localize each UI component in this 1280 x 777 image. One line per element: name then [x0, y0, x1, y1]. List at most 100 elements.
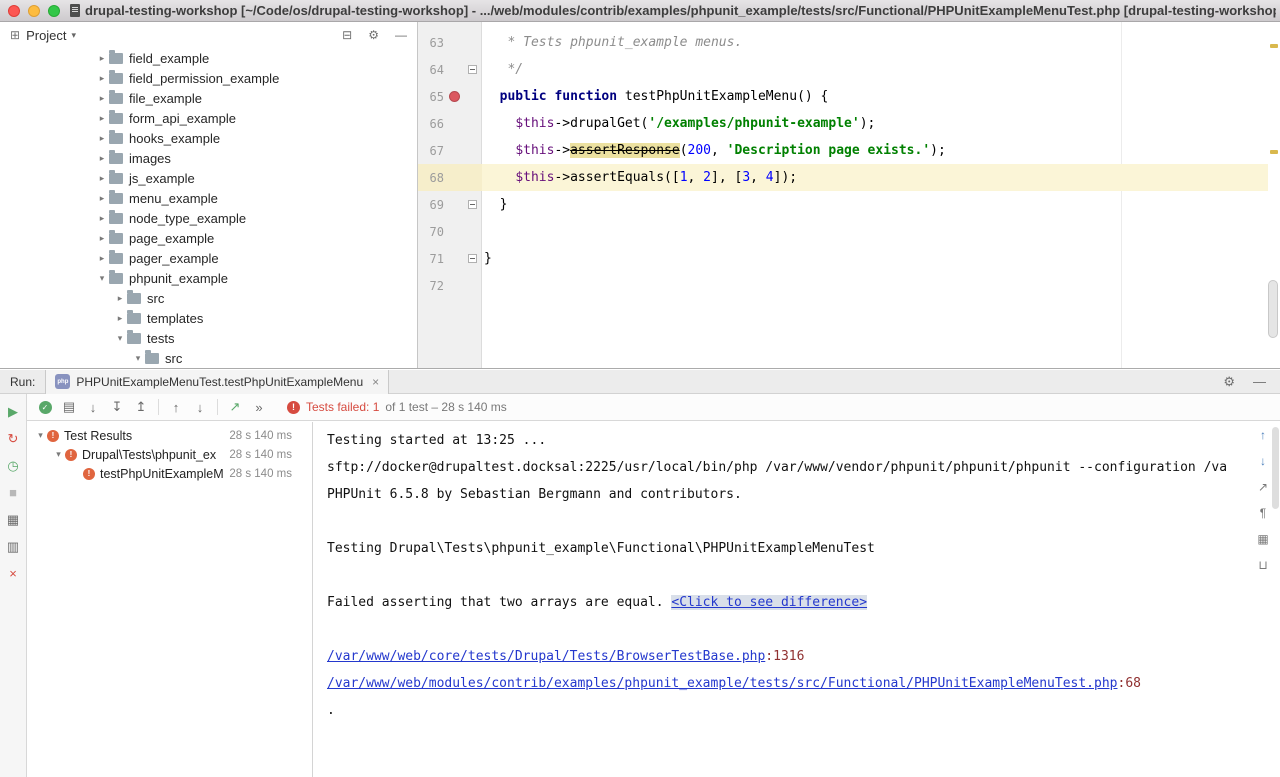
chevron-right-icon[interactable]: ▸ [95, 113, 109, 124]
line-number: 63 [418, 36, 444, 50]
project-item-label: images [129, 151, 171, 166]
restore-layout-button[interactable]: ▦ [4, 511, 22, 528]
project-tree-item[interactable]: ▸js_example [0, 168, 417, 188]
gutter-cell: 70 [418, 218, 482, 245]
soft-wrap-icon[interactable]: ¶ [1255, 505, 1271, 521]
chevron-right-icon[interactable]: ▸ [113, 293, 127, 304]
project-panel-title[interactable]: Project [26, 28, 66, 43]
collapse-all-icon[interactable]: ↥ [129, 398, 153, 416]
editor-scrollbar-thumb[interactable] [1268, 280, 1278, 338]
editor-line[interactable]: 70 [418, 218, 1268, 245]
project-tree-item[interactable]: ▸menu_example [0, 188, 417, 208]
run-tab[interactable]: php PHPUnitExampleMenuTest.testPhpUnitEx… [45, 370, 389, 394]
console-link[interactable]: /var/www/web/modules/contrib/examples/ph… [327, 676, 1118, 691]
print-icon[interactable]: ▦ [1255, 531, 1271, 547]
more-options-icon[interactable]: » [247, 398, 271, 416]
code-text: * Tests phpunit_example menus. [482, 29, 1268, 56]
fold-icon[interactable] [468, 254, 477, 263]
chevron-right-icon[interactable]: ▸ [95, 133, 109, 144]
chevron-down-icon[interactable]: ▾ [113, 333, 127, 344]
chevron-right-icon[interactable]: ▸ [95, 53, 109, 64]
chevron-down-icon[interactable]: ▾ [52, 449, 65, 460]
project-tree-item[interactable]: ▾src [0, 348, 417, 368]
project-tree-item[interactable]: ▾tests [0, 328, 417, 348]
project-tree-item[interactable]: ▸file_example [0, 88, 417, 108]
up-stack-trace-icon[interactable]: ↑ [1255, 427, 1271, 443]
console-scrollbar-thumb[interactable] [1272, 427, 1279, 509]
project-tree-item[interactable]: ▸hooks_example [0, 128, 417, 148]
chevron-down-icon[interactable]: ▾ [95, 273, 109, 284]
chevron-right-icon[interactable]: ▸ [113, 313, 127, 324]
test-tree-item[interactable]: !testPhpUnitExampleM28 s 140 ms [28, 464, 312, 483]
hide-panel-icon[interactable]: — [395, 28, 407, 42]
gear-icon[interactable]: ⚙ [1223, 374, 1235, 390]
chevron-right-icon[interactable]: ▸ [95, 93, 109, 104]
folder-icon [109, 233, 123, 244]
test-history-button[interactable]: ◷ [4, 457, 22, 474]
project-tree-item[interactable]: ▸field_example [0, 48, 417, 68]
chevron-right-icon[interactable]: ▸ [95, 253, 109, 264]
stop-button[interactable]: ■ [4, 484, 22, 501]
chevron-right-icon[interactable]: ▸ [95, 233, 109, 244]
project-tree-item[interactable]: ▸templates [0, 308, 417, 328]
project-tree-item[interactable]: ▸field_permission_example [0, 68, 417, 88]
project-tree-item[interactable]: ▸node_type_example [0, 208, 417, 228]
chevron-down-icon[interactable]: ▾ [34, 430, 47, 441]
chevron-right-icon[interactable]: ▸ [95, 153, 109, 164]
console-output-icon[interactable]: ▤ [57, 398, 81, 416]
fold-icon[interactable] [468, 65, 477, 74]
editor-line[interactable]: 64 */ [418, 56, 1268, 83]
editor-line[interactable]: 69 } [418, 191, 1268, 218]
project-tree-item[interactable]: ▸ images [0, 148, 417, 168]
editor-scrollbar[interactable] [1268, 22, 1279, 368]
expand-all-icon[interactable]: ↧ [105, 398, 129, 416]
console-link[interactable]: /var/www/web/core/tests/Drupal/Tests/Bro… [327, 649, 765, 664]
clear-console-icon[interactable]: ⊔ [1255, 557, 1271, 573]
chevron-right-icon[interactable]: ▸ [95, 193, 109, 204]
chevron-right-icon[interactable]: ▸ [95, 173, 109, 184]
editor-line[interactable]: 67 $this->assertResponse(200, 'Descripti… [418, 137, 1268, 164]
next-failed-test-icon[interactable]: ↓ [188, 398, 212, 416]
project-tree-item[interactable]: ▸pager_example [0, 248, 417, 268]
export-test-results-icon[interactable]: ↗ [223, 398, 247, 416]
editor-line[interactable]: 68 $this->assertEquals([1, 2], [3, 4]); [418, 164, 1268, 191]
chevron-right-icon[interactable]: ▸ [95, 73, 109, 84]
rerun-failed-tests-button[interactable]: ↻ [4, 430, 22, 447]
rerun-button[interactable]: ▶ [4, 403, 22, 420]
project-tree-item[interactable]: ▸page_example [0, 228, 417, 248]
editor-line[interactable]: 63 * Tests phpunit_example menus. [418, 29, 1268, 56]
down-stack-trace-icon[interactable]: ↓ [1255, 453, 1271, 469]
fold-icon[interactable] [468, 200, 477, 209]
close-window-button[interactable] [8, 5, 20, 17]
editor-line[interactable]: 66 $this->drupalGet('/examples/phpunit-e… [418, 110, 1268, 137]
editor-line[interactable]: 65 public function testPhpUnitExampleMen… [418, 83, 1268, 110]
console-scrollbar[interactable] [1272, 422, 1280, 777]
console-link[interactable]: <Click to see difference> [671, 595, 867, 610]
zoom-window-button[interactable] [48, 5, 60, 17]
test-tree-item[interactable]: ▾!Test Results28 s 140 ms [28, 426, 312, 445]
previous-failed-test-icon[interactable]: ↑ [164, 398, 188, 416]
console-line: Failed asserting that two arrays are equ… [327, 589, 1250, 616]
project-tree-item[interactable]: ▾phpunit_example [0, 268, 417, 288]
show-passed-icon[interactable]: ✓ [33, 398, 57, 416]
chevron-right-icon[interactable]: ▸ [95, 213, 109, 224]
breakpoint-icon[interactable] [449, 91, 460, 102]
chevron-down-icon[interactable]: ▾ [131, 353, 145, 364]
hide-panel-icon[interactable]: — [1253, 374, 1266, 390]
project-tree-item[interactable]: ▸form_api_example [0, 108, 417, 128]
minimize-window-button[interactable] [28, 5, 40, 17]
project-tree-item[interactable]: ▸src [0, 288, 417, 308]
close-run-panel-button[interactable]: × [4, 565, 22, 582]
editor-line[interactable]: 72 [418, 272, 1268, 299]
test-console[interactable]: Testing started at 13:25 ...sftp://docke… [314, 422, 1250, 777]
export-console-icon[interactable]: ↗ [1255, 479, 1271, 495]
sort-tests-icon[interactable]: ↓ [81, 398, 105, 416]
chevron-down-icon[interactable]: ▾ [72, 30, 77, 41]
test-tree-item[interactable]: ▾!Drupal\Tests\phpunit_ex28 s 140 ms [28, 445, 312, 464]
collapse-all-icon[interactable]: ⊟ [342, 28, 352, 42]
close-tab-icon[interactable]: × [372, 375, 379, 389]
pin-tab-button[interactable]: ▥ [4, 538, 22, 555]
gear-icon[interactable]: ⚙ [368, 28, 379, 42]
code-editor[interactable]: 63 * Tests phpunit_example menus.64 */65… [418, 22, 1280, 368]
editor-line[interactable]: 71} [418, 245, 1268, 272]
